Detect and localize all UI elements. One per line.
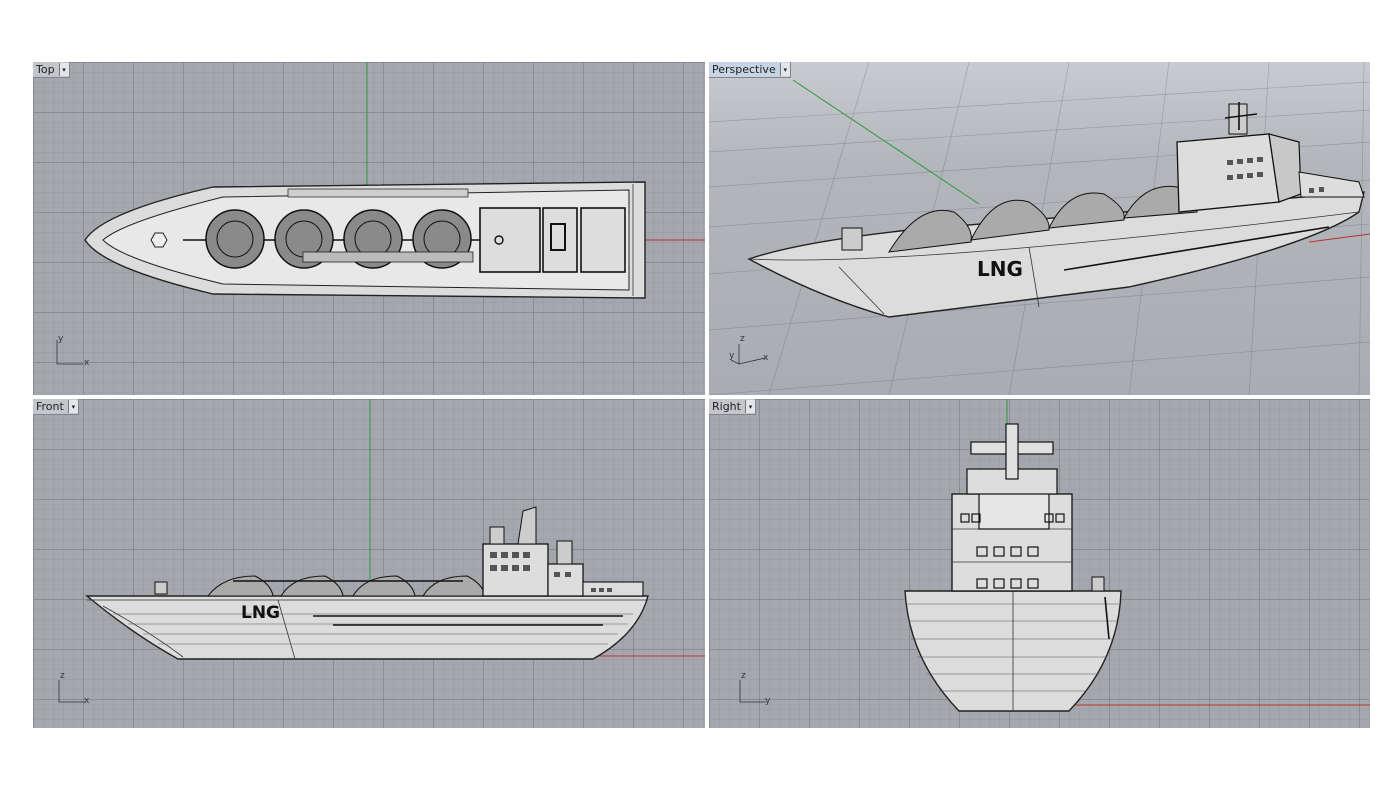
axis-label-y: y: [58, 334, 64, 344]
axis-label-x: x: [84, 358, 90, 368]
viewport-right[interactable]: Right ▾ z y: [709, 399, 1370, 728]
axis-gizmo-perspective: [730, 344, 766, 365]
axis-gizmo-right: [739, 680, 766, 703]
viewport-top[interactable]: Top ▾ y x: [33, 62, 705, 395]
axis-label-x: x: [763, 353, 769, 363]
axis-label-z: z: [60, 671, 65, 681]
axis-label-z: z: [741, 671, 746, 681]
axis-label-y: y: [729, 351, 735, 361]
axis-label-x: x: [84, 696, 90, 706]
axis-label-z: z: [740, 334, 745, 344]
axis-gizmo-front: [58, 680, 85, 703]
axis-label-y: y: [765, 696, 771, 706]
axis-gizmo-top: [56, 340, 83, 365]
viewport-front[interactable]: LNG Front ▾ z x: [33, 399, 705, 728]
viewport-perspective[interactable]: LNG Perspective ▾ z y x: [709, 62, 1370, 395]
